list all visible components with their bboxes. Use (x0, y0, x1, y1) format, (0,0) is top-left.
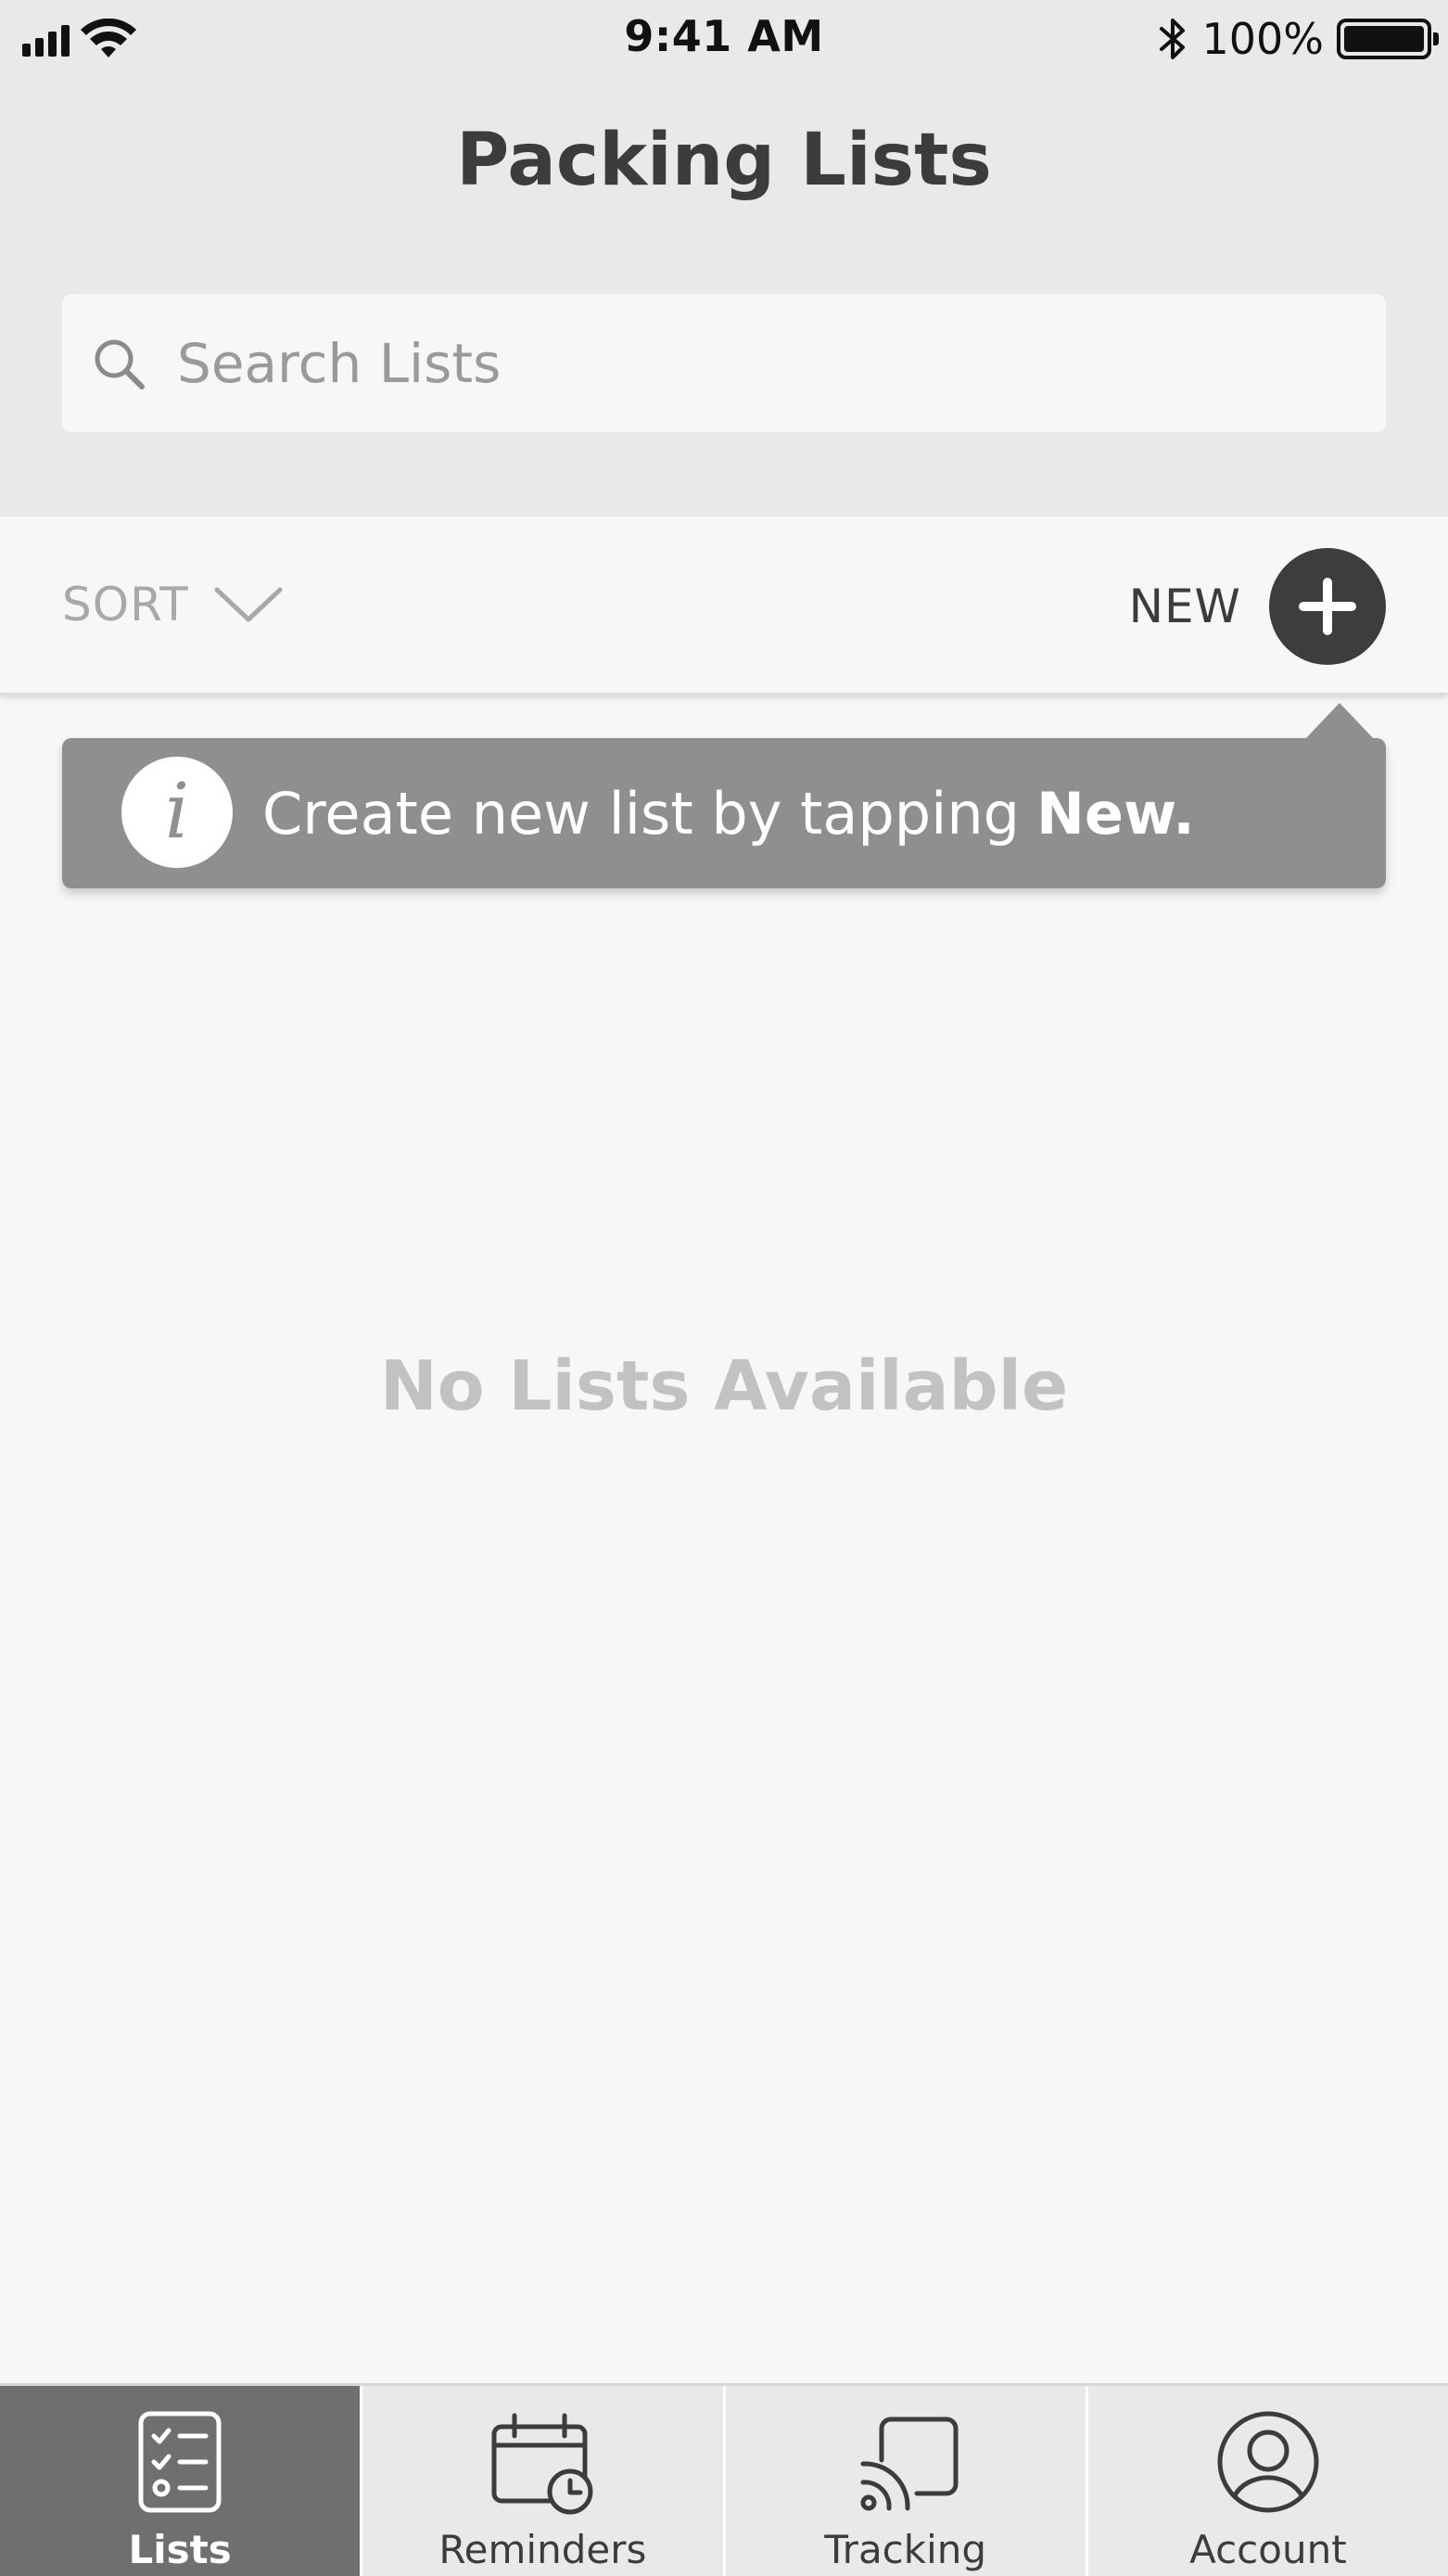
tab-label-reminders: Reminders (438, 2527, 647, 2572)
tooltip-text: Create new list by tapping (262, 779, 1020, 848)
tab-reminders[interactable]: Reminders (362, 2386, 726, 2576)
battery-percent: 100% (1201, 14, 1324, 64)
search-input[interactable] (177, 294, 1364, 432)
tab-lists[interactable]: Lists (0, 2386, 363, 2576)
sort-label: SORT (62, 578, 189, 631)
new-list-button[interactable] (1269, 548, 1386, 665)
battery-icon (1337, 19, 1439, 59)
checklist-icon (138, 2411, 222, 2513)
plus-icon (1299, 578, 1356, 635)
tab-bar: Lists Reminders Tracking Account (0, 2383, 1448, 2576)
tooltip-arrow (1304, 703, 1375, 740)
tab-label-account: Account (1189, 2527, 1347, 2572)
tooltip-emphasis: New. (1036, 779, 1195, 848)
list-toolbar: SORT NEW (0, 516, 1448, 695)
new-list-tooltip: i Create new list by tapping New. (62, 703, 1386, 888)
tab-tracking[interactable]: Tracking (726, 2386, 1088, 2576)
header-area: 9:41 AM 100% Packing Lists (0, 0, 1448, 516)
tab-label-tracking: Tracking (824, 2527, 987, 2572)
search-icon (95, 339, 145, 389)
page-title: Packing Lists (456, 119, 992, 202)
bluetooth-icon (1160, 19, 1186, 59)
info-icon: i (121, 757, 233, 868)
status-right: 100% (1157, 13, 1439, 65)
tooltip-message: Create new list by tapping New. (262, 738, 1195, 888)
info-glyph: i (164, 768, 190, 856)
new-list-control[interactable]: NEW (1128, 548, 1386, 665)
new-label: NEW (1128, 580, 1241, 633)
status-bar: 9:41 AM 100% (0, 0, 1448, 78)
user-icon (1217, 2411, 1319, 2513)
empty-state-message: No Lists Available (379, 1346, 1069, 1426)
tab-account[interactable]: Account (1088, 2386, 1448, 2576)
cast-icon (860, 2417, 959, 2511)
chevron-down-icon (214, 587, 283, 622)
calendar-clock-icon (491, 2413, 593, 2515)
tab-label-lists: Lists (128, 2527, 232, 2572)
sort-button[interactable]: SORT (62, 567, 284, 642)
search-bar[interactable] (62, 294, 1386, 432)
